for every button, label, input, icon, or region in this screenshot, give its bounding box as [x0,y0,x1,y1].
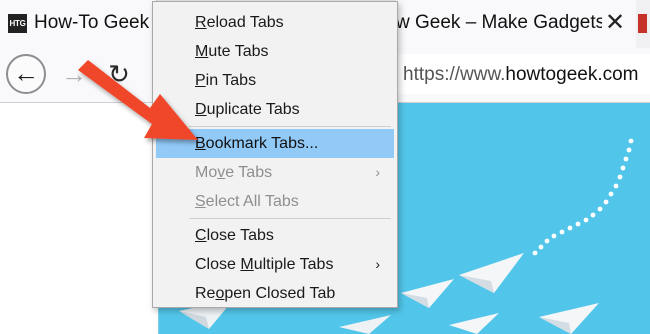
menu-item-move-tabs[interactable]: Move Tabs › [156,158,394,187]
submenu-chevron-icon: › [375,164,380,180]
menu-item-reopen-closed-tab[interactable]: Reopen Closed Tab [156,279,394,308]
tab-title: How-To Geek – [34,12,165,33]
menu-item-reload-tabs[interactable]: Reload Tabs [156,8,394,37]
tab-howtogeek-active[interactable]: HTG How-To Geek – [0,0,165,48]
menu-item-select-all-tabs[interactable]: Select All Tabs [156,187,394,216]
url-prefix: https://www. [403,64,506,85]
tab-howtogeek-second[interactable]: w Geek – Make Gadgets F ✕ [396,0,637,48]
tab-partial[interactable] [636,0,650,48]
menu-item-close-tabs[interactable]: Close Tabs [156,221,394,250]
url-text: https://www.howtogeek.com [403,64,639,86]
submenu-chevron-icon: › [375,256,380,272]
menu-separator [189,218,391,219]
htg-favicon-icon: HTG [8,14,27,33]
annotation-arrow-icon [78,60,198,140]
tab-context-menu: Reload Tabs Mute Tabs Pin Tabs Duplicate… [152,1,398,308]
back-button[interactable]: ← [6,54,46,94]
close-tab-icon[interactable]: ✕ [602,8,628,38]
url-bar[interactable]: https://www.howtogeek.com [396,54,650,94]
tab-title: w Geek – Make Gadgets F [396,12,602,33]
menu-separator [189,126,391,127]
menu-item-close-multiple-tabs[interactable]: Close Multiple Tabs › [156,250,394,279]
favicon-icon [638,14,647,33]
url-domain: howtogeek.com [505,64,639,85]
